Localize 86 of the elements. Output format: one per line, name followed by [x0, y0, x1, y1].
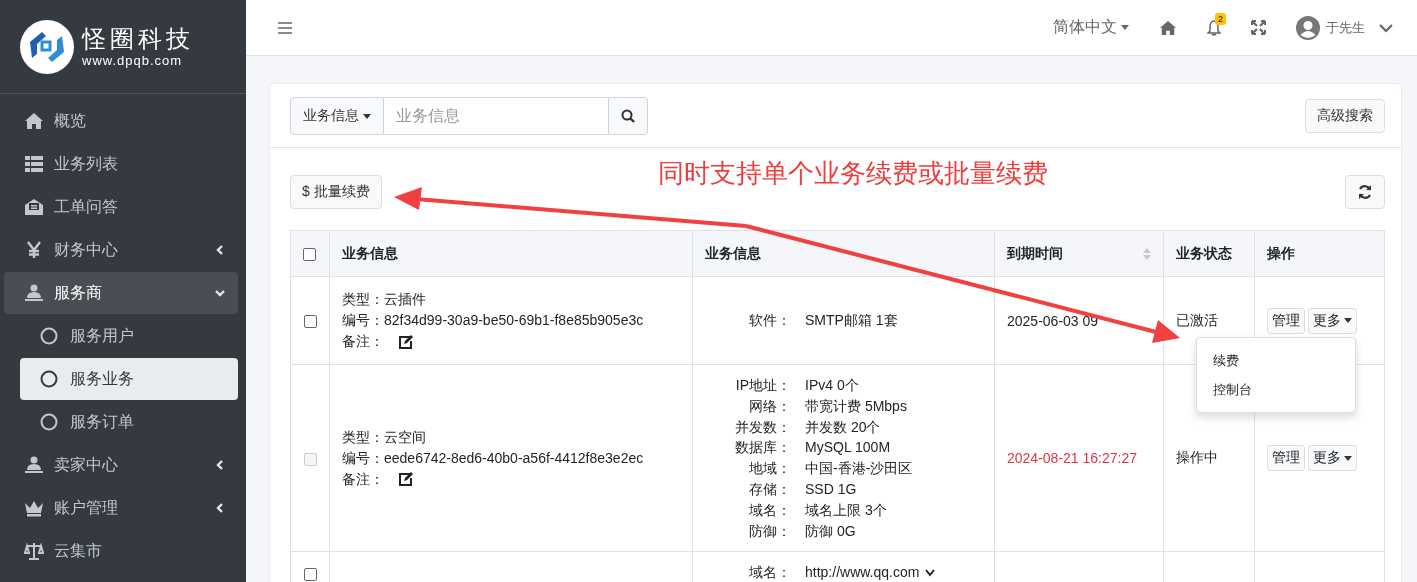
circle-icon: [40, 370, 58, 388]
menu-item[interactable]: 续费: [1197, 346, 1355, 375]
column-header: 业务状态: [1163, 230, 1255, 277]
spec-value: 中国-香港-沙田区: [805, 459, 914, 479]
sidebar-item[interactable]: 业务列表: [4, 143, 238, 185]
scale-icon: [24, 542, 44, 560]
edit-icon[interactable]: [398, 333, 414, 350]
note-label: 备注：: [342, 332, 384, 351]
search-scope-dropdown[interactable]: 业务信息: [290, 97, 384, 135]
id-text: 编号：eede6742-8ed6-40b0-a56f-4412f8e3e2ec: [342, 448, 645, 468]
person-desk-icon: [24, 284, 44, 302]
sidebar-item[interactable]: 概览: [4, 100, 238, 142]
more-dropdown-button[interactable]: 更多: [1308, 307, 1357, 334]
refresh-button[interactable]: [1345, 175, 1385, 209]
sidebar-subitem[interactable]: 服务订单: [20, 401, 238, 443]
spec-value: 带宽计费 5Mbps: [805, 396, 908, 416]
user-name[interactable]: 于先生: [1326, 18, 1365, 37]
refresh-icon: [1357, 184, 1373, 200]
sidebar-item[interactable]: 云集市: [4, 530, 238, 572]
spec-value: 防御 0G: [805, 521, 857, 541]
annotation-text: 同时支持单个业务续费或批量续费: [657, 156, 1048, 190]
spec-value: 并发数 20个: [805, 417, 882, 437]
spec-value: SMTP邮箱 1套: [805, 311, 899, 331]
list-icon: [24, 155, 44, 173]
caret-icon: [1121, 25, 1129, 30]
type-text: 类型：云空间: [342, 427, 427, 447]
expiry-time: 2024-08-21 16:27:27: [1007, 450, 1137, 467]
sidebar-item[interactable]: 服务商: [4, 272, 238, 314]
spec-label: 数据库：: [734, 438, 791, 458]
manage-button[interactable]: 管理: [1267, 307, 1305, 334]
sidebar-subitem[interactable]: 服务用户: [20, 315, 238, 357]
note-label: 备注：: [342, 469, 384, 489]
person-desk-icon: [24, 456, 44, 474]
logo-icon: [20, 19, 74, 74]
spec-label: 软件：: [748, 311, 791, 331]
spec-label: 地域：: [748, 459, 791, 479]
language-dropdown[interactable]: 简体中文: [1053, 17, 1129, 38]
select-all-checkbox[interactable]: [303, 248, 316, 262]
advanced-search-button[interactable]: 高级搜索: [1305, 99, 1385, 133]
column-header: 业务信息: [692, 230, 995, 277]
search-icon: [621, 109, 635, 123]
spec-value: http://www.qq.com: [805, 562, 982, 582]
spec-value: SSD 1G: [805, 480, 858, 499]
logo-name: 怪圈科技: [82, 25, 194, 53]
edit-icon[interactable]: [398, 471, 414, 488]
type-text: 类型：云插件: [342, 290, 427, 309]
spec-label: 域名：: [748, 563, 791, 582]
spec-value: 域名上限 3个: [805, 500, 888, 520]
sidebar-item[interactable]: 账户管理: [4, 487, 238, 529]
chevron-down-icon[interactable]: [925, 568, 936, 577]
home-icon: [24, 112, 44, 130]
yen-icon: [24, 241, 44, 259]
menu-item[interactable]: 控制台: [1197, 375, 1355, 404]
spec-label: 网络：: [748, 396, 791, 416]
sidebar-item[interactable]: 卖家中心: [4, 444, 238, 486]
id-text: 编号：82f34d99-30a9-be50-69b1-f8e85b905e3c: [342, 311, 645, 330]
circle-icon: [40, 327, 58, 345]
menu-icon[interactable]: [278, 21, 292, 34]
home-icon[interactable]: [1159, 19, 1177, 36]
avatar-icon[interactable]: [1296, 15, 1320, 40]
spec-label: 存储：: [748, 480, 791, 499]
logo-url: www.dpqb.com: [82, 53, 184, 68]
row-checkbox[interactable]: [303, 567, 317, 581]
spec-label: 防御：: [748, 521, 791, 541]
fullscreen-icon[interactable]: [1251, 20, 1266, 35]
status-text: 操作中: [1176, 449, 1218, 466]
crown-icon: [24, 499, 44, 517]
search-field[interactable]: 业务信息: [384, 97, 608, 135]
column-header: 操作: [1254, 230, 1385, 277]
circle-icon: [40, 413, 58, 431]
batch-renew-button[interactable]: $ 批量续费: [290, 175, 382, 209]
column-header: 业务信息: [329, 230, 693, 277]
envelope-icon: [24, 198, 44, 216]
sidebar-item[interactable]: 财务中心: [4, 229, 238, 271]
spec-label: IP地址：: [734, 376, 791, 395]
sidebar-item[interactable]: 工单问答: [4, 186, 238, 228]
spec-label: 并发数：: [734, 417, 791, 437]
spec-value: IPv4 0个: [805, 376, 860, 395]
column-header: 到期时间: [994, 230, 1164, 277]
notification-badge: 2: [1215, 12, 1226, 25]
spec-value: MySQL 100M: [805, 438, 892, 458]
spec-label: 域名：: [748, 500, 791, 520]
status-text: 已激活: [1176, 311, 1218, 328]
search-button[interactable]: [608, 97, 648, 135]
sidebar-subitem[interactable]: 服务业务: [20, 358, 238, 400]
row-checkbox[interactable]: [303, 315, 317, 329]
